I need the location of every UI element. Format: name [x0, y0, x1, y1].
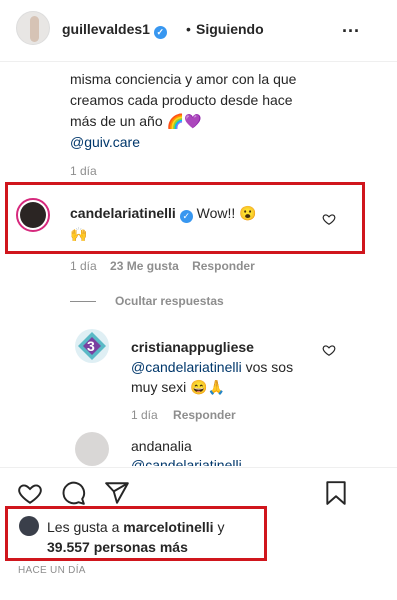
- caption-line: misma conciencia y amor con la que: [70, 71, 297, 87]
- reply-reply-button[interactable]: Responder: [173, 408, 236, 422]
- heart-icon[interactable]: [17, 480, 43, 506]
- caption-line: creamos cada producto desde hace: [70, 92, 293, 108]
- comment-likes-count[interactable]: 23 Me gusta: [110, 259, 179, 273]
- reply-like-heart-icon[interactable]: [322, 343, 336, 357]
- verified-badge-icon: ✓: [153, 26, 167, 39]
- replies-divider: [70, 301, 96, 302]
- caption-mention-link[interactable]: @guiv.care: [70, 134, 140, 150]
- reply-mention-link[interactable]: @candelariatinelli: [131, 359, 242, 375]
- reply-username[interactable]: andanalia: [131, 438, 192, 454]
- caption-emojis: 🌈💜: [166, 113, 202, 129]
- comment-meta: 1 día 23 Me gusta Responder: [70, 259, 255, 273]
- likes-count-link[interactable]: 39.557 personas más: [47, 539, 188, 555]
- liker-avatar[interactable]: [19, 516, 39, 536]
- reply-emojis: 😄🙏: [190, 379, 225, 395]
- comment-icon[interactable]: [60, 480, 86, 506]
- reply-text-line: muy sexi: [131, 379, 187, 395]
- comment-text: Wow!!: [196, 205, 236, 221]
- reply-avatar-glyph: 3: [87, 338, 95, 354]
- commenter-avatar[interactable]: [16, 198, 50, 232]
- post-timestamp[interactable]: HACE UN DÍA: [18, 565, 86, 576]
- comment-reply-button[interactable]: Responder: [192, 259, 255, 273]
- post-caption: misma conciencia y amor con la que cream…: [70, 69, 370, 153]
- reply-avatar[interactable]: 3: [75, 329, 109, 363]
- reply-username[interactable]: cristianappugliese: [131, 337, 331, 357]
- bookmark-icon[interactable]: [324, 480, 348, 506]
- caption-line: más de un año 🌈💜: [70, 113, 202, 129]
- comment-like-heart-icon[interactable]: [322, 212, 336, 226]
- reply-avatar[interactable]: [75, 432, 109, 466]
- header-avatar[interactable]: [16, 11, 50, 45]
- comment-body: candelariatinelli ✓ Wow!! 😮: [70, 205, 257, 223]
- reply-time[interactable]: 1 día: [131, 408, 158, 422]
- verified-badge-icon: ✓: [179, 210, 193, 223]
- more-options-icon[interactable]: ...: [342, 16, 360, 37]
- liker-username[interactable]: marcelotinelli: [123, 519, 213, 535]
- comment-username[interactable]: candelariatinelli: [70, 205, 176, 221]
- following-button[interactable]: Siguiendo: [196, 21, 264, 37]
- comment-time[interactable]: 1 día: [70, 259, 97, 273]
- likes-summary: Les gusta a marcelotinelli y 39.557 pers…: [47, 519, 225, 555]
- caption-time[interactable]: 1 día: [70, 164, 97, 178]
- hide-replies-button[interactable]: Ocultar respuestas: [115, 294, 224, 308]
- reply-body: cristianappugliese @candelariatinelli vo…: [131, 337, 331, 397]
- comment-emoji-line: 🙌: [70, 226, 88, 242]
- reply-text: vos sos: [241, 359, 294, 375]
- reply-meta: 1 día Responder: [131, 408, 236, 422]
- post-header: guillevaldes1 ✓ • Siguiendo ...: [0, 0, 397, 62]
- comment-emoji: 😮: [239, 205, 257, 221]
- header-separator: •: [186, 21, 191, 37]
- header-username[interactable]: guillevaldes1 ✓: [62, 21, 167, 39]
- share-icon[interactable]: [104, 480, 130, 506]
- reply-partial-text: @candelariatinelli: [131, 458, 242, 466]
